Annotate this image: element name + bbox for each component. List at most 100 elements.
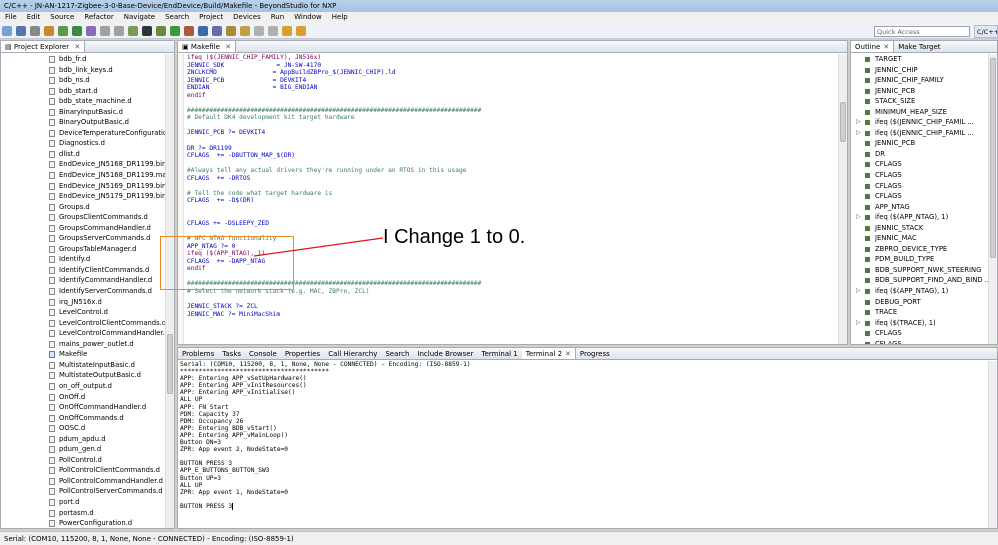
menu-item-help[interactable]: Help: [327, 13, 353, 21]
outline-item[interactable]: TRACE: [851, 307, 991, 318]
outline-item[interactable]: CFLAGS: [851, 328, 991, 339]
expand-arrow-icon[interactable]: ▷: [856, 318, 861, 329]
list-item[interactable]: DeviceTemperatureConfiguration.d: [1, 128, 166, 139]
close-icon[interactable]: ✕: [565, 350, 571, 358]
outline-item[interactable]: TARGET: [851, 54, 991, 65]
quick-access-input[interactable]: Quick Access: [874, 26, 970, 37]
perspective-cpp-button[interactable]: C/C++: [974, 25, 998, 38]
list-item[interactable]: BinaryInputBasic.d: [1, 107, 166, 118]
list-item[interactable]: LevelControlCommandHandler.d: [1, 328, 166, 339]
outline-item[interactable]: CFLAGS: [851, 159, 991, 170]
tab-terminal-2[interactable]: Terminal 2 ✕: [521, 348, 576, 359]
list-item[interactable]: IdentifyCommandHandler.d: [1, 275, 166, 286]
list-item[interactable]: PollControl.d: [1, 455, 166, 466]
list-item[interactable]: OnOffCommandHandler.d: [1, 402, 166, 413]
task-icon[interactable]: [226, 26, 236, 36]
list-item[interactable]: GroupsClientCommands.d: [1, 212, 166, 223]
outline-item[interactable]: ▷ ifeq ($(TRACE), 1): [851, 318, 991, 329]
list-item[interactable]: GroupsTableManager.d: [1, 244, 166, 255]
list-item[interactable]: GroupsCommandHandler.d: [1, 223, 166, 234]
forward-icon[interactable]: [114, 26, 124, 36]
outline-item[interactable]: JENNIC_STACK: [851, 223, 991, 234]
nav-forward-icon[interactable]: [296, 26, 306, 36]
debug-icon[interactable]: [58, 26, 68, 36]
bug-icon[interactable]: [156, 26, 166, 36]
annotation-icon[interactable]: [240, 26, 250, 36]
list-item[interactable]: MultistateInputBasic.d: [1, 360, 166, 371]
list-item[interactable]: BinaryOutputBasic.d: [1, 117, 166, 128]
close-icon[interactable]: ✕: [74, 43, 80, 51]
run-icon[interactable]: [72, 26, 82, 36]
menu-item-search[interactable]: Search: [160, 13, 194, 21]
close-icon[interactable]: ✕: [225, 43, 231, 51]
expand-arrow-icon[interactable]: ▷: [856, 117, 861, 128]
list-item[interactable]: PollControlClientCommands.d: [1, 465, 166, 476]
list-item[interactable]: EndDevice_JN5179_DR1199.bin: [1, 191, 166, 202]
list-item[interactable]: OnOffCommands.d: [1, 413, 166, 424]
terminal-output[interactable]: Serial: (COM10, 115200, 8, 1, None, None…: [178, 361, 988, 528]
outline-item[interactable]: CFLAGS: [851, 170, 991, 181]
list-item[interactable]: bdb_link_keys.d: [1, 65, 166, 76]
list-item[interactable]: EndDevice_JN5168_DR1199.map: [1, 170, 166, 181]
tab-terminal-1[interactable]: Terminal 1: [478, 348, 522, 359]
outline-item[interactable]: CFLAGS: [851, 339, 991, 344]
list-item[interactable]: IdentifyClientCommands.d: [1, 265, 166, 276]
tab-make-target[interactable]: Make Target: [894, 41, 944, 52]
list-item[interactable]: MultistateOutputBasic.d: [1, 370, 166, 381]
outline-item[interactable]: PDM_BUILD_TYPE: [851, 254, 991, 265]
tab-tasks[interactable]: Tasks: [218, 348, 245, 359]
outline-item[interactable]: ▷ ifeq ($(APP_NTAG), 1): [851, 212, 991, 223]
tab-makefile[interactable]: ▣ Makefile ✕: [178, 41, 237, 52]
search-icon[interactable]: [86, 26, 96, 36]
tab-properties[interactable]: Properties: [281, 348, 324, 359]
nav-back-icon[interactable]: [282, 26, 292, 36]
print-icon[interactable]: [30, 26, 40, 36]
outline-item[interactable]: DEBUG_PORT: [851, 297, 991, 308]
outline-item[interactable]: ▷ ifeq ($(APP_NTAG), 1): [851, 286, 991, 297]
menu-item-navigate[interactable]: Navigate: [119, 13, 160, 21]
expand-arrow-icon[interactable]: ▷: [856, 212, 861, 223]
outline-scroll-thumb[interactable]: [990, 58, 996, 258]
play-icon[interactable]: [170, 26, 180, 36]
outline-item[interactable]: DR: [851, 149, 991, 160]
tab-console[interactable]: Console: [245, 348, 281, 359]
prev-edit-icon[interactable]: [254, 26, 264, 36]
list-item[interactable]: LevelControl.d: [1, 307, 166, 318]
build-icon[interactable]: [44, 26, 54, 36]
list-item[interactable]: pdum_gen.d: [1, 444, 166, 455]
tab-search[interactable]: Search: [381, 348, 413, 359]
list-item[interactable]: Identify.d: [1, 254, 166, 265]
outline-item[interactable]: MINIMUM_HEAP_SIZE: [851, 107, 991, 118]
open-type-icon[interactable]: [212, 26, 222, 36]
menu-item-source[interactable]: Source: [45, 13, 79, 21]
outline-item[interactable]: JENNIC_PCB: [851, 86, 991, 97]
menu-item-project[interactable]: Project: [194, 13, 228, 21]
outline-item[interactable]: JENNIC_CHIP: [851, 65, 991, 76]
new-icon[interactable]: [2, 26, 12, 36]
tab-problems[interactable]: Problems: [178, 348, 218, 359]
next-edit-icon[interactable]: [268, 26, 278, 36]
expand-arrow-icon[interactable]: ▷: [856, 128, 861, 139]
list-item[interactable]: port.d: [1, 497, 166, 508]
list-item[interactable]: mains_power_outlet.d: [1, 339, 166, 350]
list-item[interactable]: bdb_fr.d: [1, 54, 166, 65]
list-item[interactable]: GroupsServerCommands.d: [1, 233, 166, 244]
menu-item-devices[interactable]: Devices: [228, 13, 266, 21]
program-icon[interactable]: [198, 26, 208, 36]
list-item[interactable]: bdb_start.d: [1, 86, 166, 97]
list-item[interactable]: OOSC.d: [1, 423, 166, 434]
menu-item-file[interactable]: File: [0, 13, 22, 21]
outline-item[interactable]: BDB_SUPPORT_FIND_AND_BIND ...: [851, 275, 991, 286]
list-item[interactable]: bdb_state_machine.d: [1, 96, 166, 107]
list-item[interactable]: EndDevice_JN5168_DR1199.bin: [1, 159, 166, 170]
list-item[interactable]: Diagnostics.d: [1, 138, 166, 149]
list-item[interactable]: LevelControlClientCommands.d: [1, 318, 166, 329]
outline-scrollbar[interactable]: [988, 54, 997, 344]
list-item[interactable]: Groups.d: [1, 202, 166, 213]
outline-item[interactable]: JENNIC_CHIP_FAMILY: [851, 75, 991, 86]
list-item[interactable]: IdentifyServerCommands.d: [1, 286, 166, 297]
tab-include-browser[interactable]: Include Browser: [413, 348, 477, 359]
outline-item[interactable]: ▷ ifeq ($(JENNIC_CHIP_FAMIL ...: [851, 128, 991, 139]
tab-project-explorer[interactable]: ▤ Project Explorer ✕: [1, 41, 86, 52]
explorer-scrollbar[interactable]: [165, 54, 174, 528]
